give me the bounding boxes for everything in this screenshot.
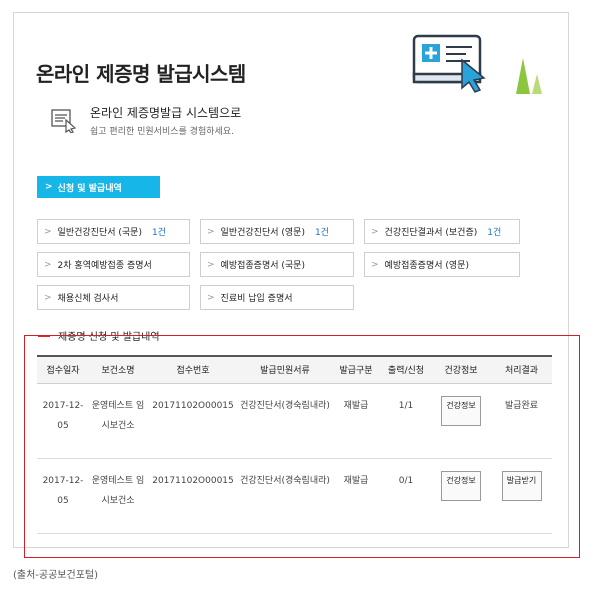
chevron-right-icon: > bbox=[207, 226, 215, 237]
cert-label: 예방접종증명서 (국문) bbox=[220, 261, 305, 271]
cell-type: 재발급 bbox=[331, 458, 381, 534]
col-header: 접수일자 bbox=[37, 355, 89, 384]
table-row: 2017-12-05 운영테스트 임시보건소 20171102O00015 건강… bbox=[37, 383, 552, 459]
cert-button-employment-exam[interactable]: > 채용신체 검사서 bbox=[37, 285, 190, 310]
cell-document: 건강진단서(경숙림내라) bbox=[239, 383, 331, 459]
cert-button-vaccination-en[interactable]: > 예방접종증명서 (영문) bbox=[364, 252, 520, 277]
cell-receipt: 20171102O00015 bbox=[147, 383, 239, 459]
chevron-right-icon: > bbox=[45, 182, 53, 192]
page-description: 쉽고 편리한 민원서비스를 경험하세요. bbox=[90, 127, 234, 137]
cert-button-general-en[interactable]: > 일반건강진단서 (영문) 1건 bbox=[200, 219, 354, 244]
col-header: 출력/신청 bbox=[381, 355, 431, 384]
cert-label: 2차 홍역예방접종 증명서 bbox=[57, 261, 152, 271]
col-header: 처리결과 bbox=[491, 355, 552, 384]
tab-application-history[interactable]: > 신청 및 발급내역 bbox=[37, 176, 160, 198]
page-title: 온라인 제증명 발급시스템 bbox=[36, 62, 246, 86]
health-info-button[interactable]: 건강정보 bbox=[441, 395, 481, 426]
cell-date: 2017-12-05 bbox=[37, 458, 89, 534]
issue-button[interactable]: 발급받기 bbox=[501, 470, 542, 501]
document-cursor-icon bbox=[51, 109, 77, 133]
cell-date: 2017-12-05 bbox=[37, 383, 89, 459]
cell-result: 발급받기 bbox=[491, 458, 552, 534]
col-header: 발급구분 bbox=[331, 355, 381, 384]
cert-label: 진료비 납입 증명서 bbox=[220, 294, 293, 304]
cert-label: 예방접종증명서 (영문) bbox=[384, 261, 469, 271]
cert-button-measles[interactable]: > 2차 홍역예방접종 증명서 bbox=[37, 252, 190, 277]
cell-print: 0/1 bbox=[381, 458, 431, 534]
source-caption: (출처-공공보건포털) bbox=[13, 570, 99, 581]
cell-type: 재발급 bbox=[331, 383, 381, 459]
computer-cursor-illustration bbox=[412, 34, 542, 94]
cert-label: 일반건강진단서 (영문) bbox=[220, 228, 305, 238]
cell-result: 발급완료 bbox=[491, 383, 552, 459]
col-header: 건강정보 bbox=[431, 355, 491, 384]
tab-label: 신청 및 발급내역 bbox=[57, 183, 122, 194]
col-header: 보건소명 bbox=[89, 355, 147, 384]
health-info-button[interactable]: 건강정보 bbox=[441, 470, 481, 501]
cert-button-medical-fee[interactable]: > 진료비 납입 증명서 bbox=[200, 285, 354, 310]
cert-label: 일반건강진단서 (국문) bbox=[57, 228, 142, 238]
cert-label: 건강진단결과서 (보건증) bbox=[384, 228, 478, 238]
cert-button-general-kr[interactable]: > 일반건강진단서 (국문) 1건 bbox=[37, 219, 190, 244]
col-header: 접수번호 bbox=[147, 355, 239, 384]
chevron-right-icon: > bbox=[371, 259, 379, 270]
cert-button-vaccination-kr[interactable]: > 예방접종증명서 (국문) bbox=[200, 252, 354, 277]
page-subtitle: 온라인 제증명발급 시스템으로 bbox=[90, 106, 242, 120]
cell-center: 운영테스트 임시보건소 bbox=[89, 383, 147, 459]
table-row: 2017-12-05 운영테스트 임시보건소 20171102O00015 건강… bbox=[37, 458, 552, 534]
cert-count: 1건 bbox=[314, 228, 329, 238]
cell-center: 운영테스트 임시보건소 bbox=[89, 458, 147, 534]
cell-health: 건강정보 bbox=[431, 383, 491, 459]
chevron-right-icon: > bbox=[371, 226, 379, 237]
cert-button-health-card[interactable]: > 건강진단결과서 (보건증) 1건 bbox=[364, 219, 520, 244]
cert-count: 1건 bbox=[151, 228, 166, 238]
cert-label: 채용신체 검사서 bbox=[57, 294, 119, 304]
col-header: 발급민원서류 bbox=[239, 355, 331, 384]
history-table: 접수일자 보건소명 접수번호 발급민원서류 발급구분 출력/신청 건강정보 처리… bbox=[37, 355, 552, 534]
chevron-right-icon: > bbox=[207, 259, 215, 270]
cert-count: 1건 bbox=[487, 228, 502, 238]
chevron-right-icon: > bbox=[207, 292, 215, 303]
chevron-right-icon: > bbox=[44, 226, 52, 237]
cell-receipt: 20171102O00015 bbox=[147, 458, 239, 534]
chevron-right-icon: > bbox=[44, 259, 52, 270]
cell-document: 건강진단서(경숙림내라) bbox=[239, 458, 331, 534]
table-header-row: 접수일자 보건소명 접수번호 발급민원서류 발급구분 출력/신청 건강정보 처리… bbox=[37, 355, 552, 384]
chevron-right-icon: > bbox=[44, 292, 52, 303]
cell-print: 1/1 bbox=[381, 383, 431, 459]
cell-health: 건강정보 bbox=[431, 458, 491, 534]
